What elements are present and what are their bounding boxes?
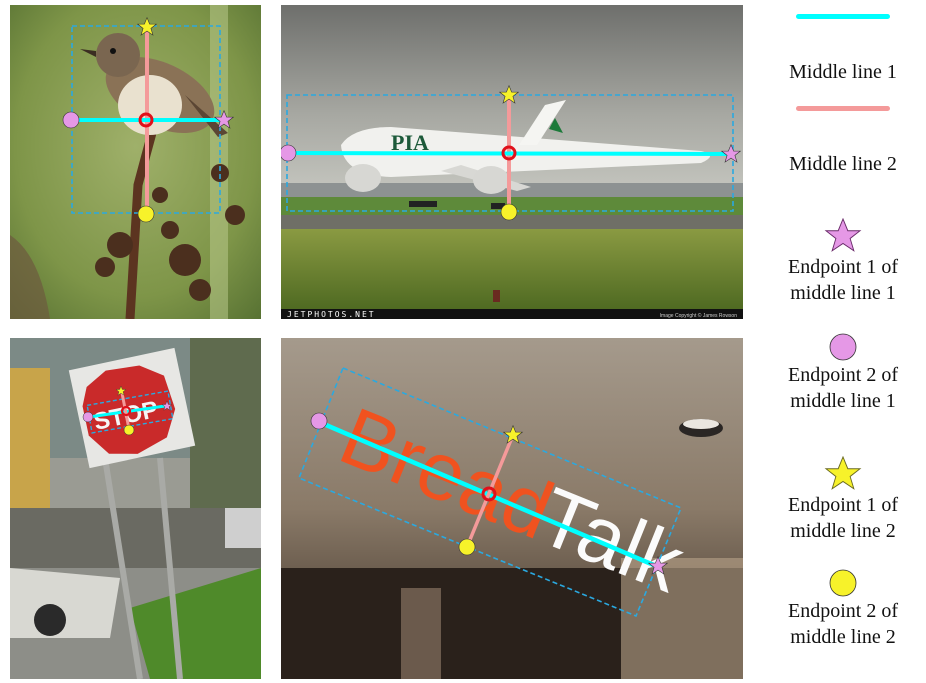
legend-item-endpoint2-line1: Endpoint 2 of middle line 1 (760, 332, 926, 414)
star-icon (824, 456, 862, 490)
endpoint2-line2-circle-icon (137, 205, 155, 223)
star-icon (824, 218, 862, 252)
endpoint2-line1-circle-icon (281, 144, 297, 162)
legend-item-endpoint1-line2: Endpoint 1 of middle line 2 (760, 456, 926, 544)
legend-label: Endpoint 2 of middle line 1 (788, 364, 898, 412)
endpoint2-line2-circle-icon (458, 538, 476, 556)
copyright-text: Image Copyright © James Rowson (660, 312, 738, 319)
legend-label: Endpoint 1 of middle line 1 (788, 256, 898, 304)
watermark-text: JETPHOTOS.NET (287, 310, 376, 319)
stop-sign-image-panel: STOP (10, 338, 261, 679)
breadtalk-image-panel: Bread Talk (281, 338, 743, 679)
endpoint2-line2-circle-icon (123, 424, 135, 436)
breadtalk-scene: Bread Talk (281, 338, 743, 679)
endpoint2-line1-circle-icon (310, 412, 328, 430)
airplane-image-panel: PIA JETPHOTOS.NET Image Copyright © Jame… (281, 5, 743, 319)
stop-sign-scene: STOP (10, 338, 261, 679)
legend-label: Endpoint 2 of middle line 2 (788, 600, 898, 648)
legend-item-middle-line-1: Middle line 1 (760, 14, 926, 85)
legend-label: Middle line 1 (789, 61, 897, 83)
middle-line-1-swatch (796, 14, 890, 19)
airplane-scene: PIA JETPHOTOS.NET Image Copyright © Jame… (281, 5, 743, 319)
legend-label: Endpoint 1 of middle line 2 (788, 494, 898, 542)
middle-line-1 (287, 151, 732, 156)
legend-item-endpoint1-line1: Endpoint 1 of middle line 1 (760, 218, 926, 306)
circle-icon (829, 569, 857, 597)
legend: Middle line 1 Middle line 2 Endpoint 1 o… (760, 0, 926, 683)
endpoint2-line1-circle-icon (82, 411, 94, 423)
middle-line-2-swatch (796, 106, 890, 111)
bird-scene (10, 5, 261, 319)
endpoint2-line2-circle-icon (500, 203, 518, 221)
legend-item-middle-line-2: Middle line 2 (760, 106, 926, 177)
circle-icon (829, 333, 857, 361)
legend-item-endpoint2-line2: Endpoint 2 of middle line 2 (760, 568, 926, 650)
legend-label: Middle line 2 (789, 153, 897, 175)
endpoint2-line1-circle-icon (62, 111, 80, 129)
bird-image-panel (10, 5, 261, 319)
